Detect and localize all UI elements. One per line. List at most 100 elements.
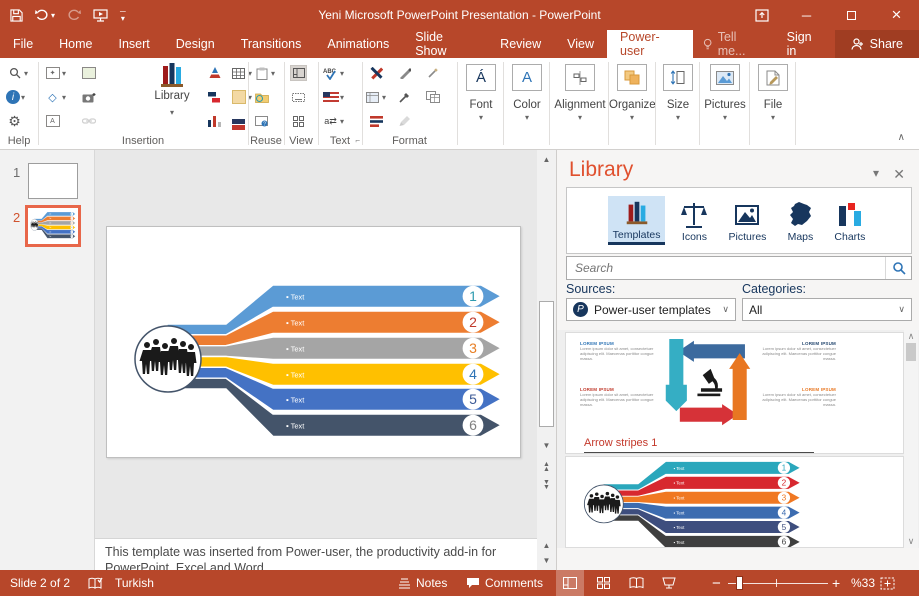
stamp-icon[interactable] [230, 113, 247, 129]
tab-home[interactable]: Home [46, 30, 105, 58]
library-tab-icons[interactable]: Icons [675, 198, 713, 244]
reuse-slide-icon[interactable]: ? [253, 113, 270, 129]
slide-canvas[interactable]: ▪ Text1▪ Text2▪ Text3▪ Text4▪ Text5▪ Tex… [106, 226, 521, 458]
band-label[interactable]: ▪ Text [286, 422, 305, 431]
scroll-up-icon[interactable]: ▲ [538, 153, 555, 166]
next-slide-icon[interactable]: ▼▼ [538, 478, 555, 490]
slide-sorter-view-button[interactable] [589, 570, 617, 596]
notes-scroll-down-icon[interactable]: ▼ [538, 554, 555, 567]
tell-me-box[interactable]: Tell me... [693, 30, 774, 58]
clipboard-icon[interactable] [253, 65, 270, 81]
band-label[interactable]: ▪ Text [286, 319, 305, 328]
dropdown-arrow-icon[interactable]: ▾ [62, 69, 66, 78]
copy-table-format-icon[interactable] [424, 89, 441, 105]
gear-icon[interactable]: ⚙ [6, 113, 23, 129]
dropdown-arrow-icon[interactable]: ▾ [340, 117, 344, 126]
insert-template-icon[interactable]: ✦ [44, 65, 61, 81]
dropdown-arrow-icon[interactable]: ▾ [21, 93, 25, 102]
fit-to-window-button[interactable] [880, 570, 895, 596]
pane-options-icon[interactable]: ▾ [873, 166, 879, 180]
format-tools-icon[interactable] [368, 65, 385, 81]
zoom-level[interactable]: %33 [851, 570, 875, 596]
people-circle[interactable] [135, 326, 201, 392]
template-card-arrow-stripes[interactable]: ▪ Text1▪ Text2▪ Text3▪ Text4▪ Text5▪ Tex… [565, 456, 904, 548]
info-icon[interactable]: i [6, 90, 20, 104]
text-box-icon[interactable]: A [44, 113, 61, 129]
spell-check-icon[interactable]: ABC [322, 65, 339, 81]
maximize-button[interactable] [829, 0, 874, 30]
template-list-scrollbar[interactable]: ∧ ∨ [904, 330, 918, 548]
zoom-slider[interactable] [728, 570, 828, 596]
shared-folder-icon[interactable] [253, 89, 270, 105]
slide-2-thumbnail[interactable]: ▪ Text1▪ Text2▪ Text3▪ Text4▪ Text5▪ Tex… [25, 205, 81, 247]
scroll-down-chevron-icon[interactable]: ∨ [904, 536, 918, 547]
search-submit-icon[interactable] [885, 257, 911, 279]
previous-slide-icon[interactable]: ▲▲ [538, 460, 555, 472]
tab-review[interactable]: Review [487, 30, 554, 58]
keyboard-icon[interactable] [290, 89, 307, 105]
library-tab-pictures[interactable]: Pictures [723, 198, 771, 244]
collapse-ribbon-icon[interactable]: ∧ [898, 132, 905, 143]
dialog-launcher-icon[interactable]: ⌐ [355, 136, 360, 145]
font-button[interactable]: Á Font▾ [458, 62, 504, 122]
library-tab-charts[interactable]: Charts [829, 198, 870, 244]
band-label[interactable]: ▪ Text [286, 345, 305, 354]
tab-insert[interactable]: Insert [106, 30, 163, 58]
categories-select[interactable]: All ∨ [742, 298, 912, 321]
share-button[interactable]: Share [835, 30, 919, 58]
library-tab-maps[interactable]: Maps [781, 198, 819, 244]
spell-check-status-icon[interactable] [88, 570, 103, 596]
band-label[interactable]: ▪ Text [674, 481, 686, 486]
search-icon[interactable] [6, 65, 23, 81]
band-label[interactable]: ▪ Text [674, 496, 686, 501]
band-label[interactable]: ▪ Text [286, 371, 305, 380]
band-label[interactable]: ▪ Text [286, 396, 305, 405]
tab-view[interactable]: View [554, 30, 607, 58]
alignment-button[interactable]: Alignment▾ [552, 62, 608, 122]
pane-close-icon[interactable]: ✕ [893, 166, 905, 183]
color-button[interactable]: A Color▾ [504, 62, 550, 122]
zoom-slider-knob[interactable] [736, 576, 743, 590]
notes-pane[interactable]: This template was inserted from Power-us… [95, 538, 537, 570]
sources-select[interactable]: P Power-user templates ∨ [566, 298, 736, 321]
tab-power-user[interactable]: Power-user [607, 30, 693, 58]
merge-shapes-icon[interactable] [364, 89, 381, 105]
scroll-down-icon[interactable]: ▼ [538, 439, 555, 452]
tab-slide-show[interactable]: Slide Show [402, 30, 487, 58]
zoom-in-button[interactable]: + [832, 570, 840, 596]
language-status[interactable]: Turkish [115, 570, 154, 596]
template-card-cycle[interactable]: LOREM IPSUMLorem ipsum dolor sit amet, c… [565, 332, 904, 454]
tab-transitions[interactable]: Transitions [228, 30, 315, 58]
slide-1-thumbnail[interactable] [28, 163, 78, 199]
pyramid-chart-icon[interactable] [206, 65, 223, 81]
library-tab-templates[interactable]: Templates [608, 196, 666, 245]
language-flag-icon[interactable] [322, 89, 339, 105]
normal-view-icon[interactable] [290, 65, 307, 81]
slide-editor-area[interactable]: ▪ Text1▪ Text2▪ Text3▪ Text4▪ Text5▪ Tex… [95, 150, 537, 538]
translate-icon[interactable]: a⇄ [322, 113, 339, 129]
format-painter-pen-icon[interactable] [396, 65, 413, 81]
size-button[interactable]: Size▾ [657, 62, 699, 122]
tab-design[interactable]: Design [163, 30, 228, 58]
insert-slide-icon[interactable] [80, 65, 97, 81]
dropdown-arrow-icon[interactable]: ▾ [340, 69, 344, 78]
dropdown-arrow-icon[interactable]: ▾ [271, 69, 275, 78]
blocks-diagram-icon[interactable] [206, 89, 223, 105]
band-label[interactable]: ▪ Text [674, 525, 686, 530]
sign-in-button[interactable]: Sign in [775, 30, 835, 58]
reading-view-button[interactable] [622, 570, 650, 596]
list-format-icon[interactable] [368, 113, 385, 129]
dropdown-arrow-icon[interactable]: ▾ [170, 108, 174, 117]
zoom-out-button[interactable]: − [712, 570, 721, 596]
dropdown-arrow-icon[interactable]: ▾ [62, 93, 66, 102]
file-button[interactable]: File▾ [750, 62, 796, 122]
bar-chart-icon[interactable] [206, 113, 223, 129]
people-circle[interactable] [30, 219, 38, 230]
ribbon-display-options-button[interactable] [739, 0, 784, 30]
scroll-up-chevron-icon[interactable]: ∧ [904, 331, 918, 342]
close-button[interactable]: × [874, 0, 919, 30]
notes-scroll-up-icon[interactable]: ▲ [538, 539, 555, 552]
band-label[interactable]: ▪ Text [286, 293, 305, 302]
scrollbar-thumb[interactable] [906, 343, 916, 361]
normal-view-button[interactable] [556, 570, 584, 596]
